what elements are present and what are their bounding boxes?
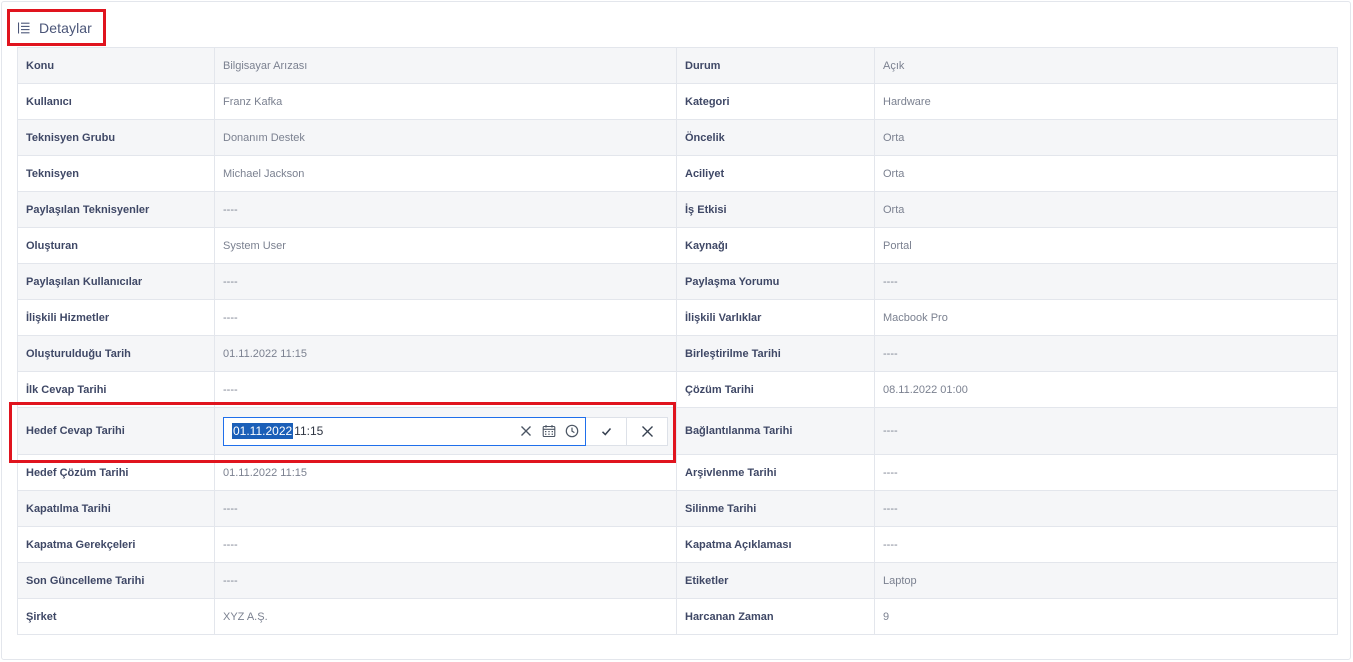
table-row: Kullanıcı Franz Kafka Kategori Hardware [17,83,1338,120]
check-icon [601,427,611,436]
field-label: Teknisyen Grubu [17,119,215,156]
table-row: Hedef Çözüm Tarihi 01.11.2022 11:15 Arşi… [17,454,1338,491]
field-label: Kapatma Gerekçeleri [17,526,215,563]
field-value[interactable]: 9 [874,598,1338,635]
list-icon [18,22,30,33]
table-row: Kapatma Gerekçeleri ---- Kapatma Açıklam… [17,526,1338,563]
clear-icon[interactable] [519,424,533,438]
table-row: Oluşturulduğu Tarih 01.11.2022 11:15 Bir… [17,335,1338,372]
field-value[interactable]: Bilgisayar Arızası [214,47,677,84]
field-label: İlişkili Hizmetler [17,299,215,336]
field-value[interactable]: Portal [874,227,1338,264]
field-label: Durum [676,47,875,84]
table-row: Teknisyen Grubu Donanım Destek Öncelik O… [17,119,1338,156]
field-value[interactable]: 01.11.2022 11:15 [214,454,677,491]
field-label: Bağlantılanma Tarihi [676,407,875,455]
field-value[interactable]: ---- [874,454,1338,491]
field-value[interactable]: Açık [874,47,1338,84]
field-label: Öncelik [676,119,875,156]
date-editor: 01.11.2022 11:15 [223,416,668,446]
field-value[interactable]: ---- [214,526,677,563]
date-time-input[interactable]: 01.11.2022 11:15 [223,416,587,446]
field-label: Teknisyen [17,155,215,192]
field-value[interactable]: System User [214,227,677,264]
field-label: Paylaşılan Kullanıcılar [17,263,215,300]
table-row: Paylaşılan Kullanıcılar ---- Paylaşma Yo… [17,263,1338,300]
field-label: Hedef Çözüm Tarihi [17,454,215,491]
table-row: İlk Cevap Tarihi ---- Çözüm Tarihi 08.11… [17,371,1338,408]
date-editor-cell: 01.11.2022 11:15 [214,407,677,455]
field-label: İş Etkisi [676,191,875,228]
calendar-icon[interactable] [542,424,556,438]
table-row-editing: Hedef Cevap Tarihi 01.11.2022 11:15 Bağl… [17,407,1338,455]
field-label: Kullanıcı [17,83,215,120]
details-title: Detaylar [39,19,92,36]
field-value[interactable]: ---- [214,299,677,336]
field-label: Paylaşma Yorumu [676,263,875,300]
field-label: Birleştirilme Tarihi [676,335,875,372]
table-row: Konu Bilgisayar Arızası Durum Açık [17,47,1338,84]
field-value[interactable]: Macbook Pro [874,299,1338,336]
field-value[interactable]: ---- [874,335,1338,372]
field-label: İlişkili Varlıklar [676,299,875,336]
field-label: Harcanan Zaman [676,598,875,635]
close-icon [641,425,653,437]
clock-icon[interactable] [565,424,579,438]
field-label: Şirket [17,598,215,635]
field-label: Arşivlenme Tarihi [676,454,875,491]
field-value[interactable]: 08.11.2022 01:00 [874,371,1338,408]
field-label: Kapatılma Tarihi [17,490,215,527]
field-label: Oluşturan [17,227,215,264]
field-value[interactable]: Michael Jackson [214,155,677,192]
table-row: Teknisyen Michael Jackson Aciliyet Orta [17,155,1338,192]
field-value[interactable]: Orta [874,191,1338,228]
selected-date-text[interactable]: 01.11.2022 [232,423,294,439]
details-table: Konu Bilgisayar Arızası Durum Açık Kulla… [17,47,1338,635]
field-label: Aciliyet [676,155,875,192]
field-value[interactable]: Donanım Destek [214,119,677,156]
field-value[interactable]: ---- [874,490,1338,527]
table-row: Paylaşılan Teknisyenler ---- İş Etkisi O… [17,191,1338,228]
table-row: İlişkili Hizmetler ---- İlişkili Varlıkl… [17,299,1338,336]
details-header[interactable]: Detaylar [7,9,106,46]
field-label: Silinme Tarihi [676,490,875,527]
table-row: Oluşturan System User Kaynağı Portal [17,227,1338,264]
field-label: Paylaşılan Teknisyenler [17,191,215,228]
confirm-button[interactable] [586,416,628,446]
field-value[interactable]: Franz Kafka [214,83,677,120]
field-label: Kaynağı [676,227,875,264]
field-value[interactable]: ---- [874,407,1338,455]
table-row: Şirket XYZ A.Ş. Harcanan Zaman 9 [17,598,1338,635]
field-value[interactable]: Orta [874,155,1338,192]
field-value[interactable]: ---- [874,526,1338,563]
table-row: Kapatılma Tarihi ---- Silinme Tarihi ---… [17,490,1338,527]
field-value[interactable]: Orta [874,119,1338,156]
table-row: Son Güncelleme Tarihi ---- Etiketler Lap… [17,562,1338,599]
field-label: Çözüm Tarihi [676,371,875,408]
field-value[interactable]: ---- [214,490,677,527]
field-label: Oluşturulduğu Tarih [17,335,215,372]
field-label: Konu [17,47,215,84]
field-value[interactable]: 01.11.2022 11:15 [214,335,677,372]
field-label: Etiketler [676,562,875,599]
field-value[interactable]: ---- [214,371,677,408]
time-text[interactable]: 11:15 [294,424,323,438]
cancel-button[interactable] [627,416,668,446]
field-value[interactable]: ---- [874,263,1338,300]
field-label: Son Güncelleme Tarihi [17,562,215,599]
field-value[interactable]: ---- [214,191,677,228]
field-label: Kapatma Açıklaması [676,526,875,563]
field-value[interactable]: Hardware [874,83,1338,120]
field-value[interactable]: XYZ A.Ş. [214,598,677,635]
field-label: Hedef Cevap Tarihi [17,407,215,455]
field-value[interactable]: ---- [214,263,677,300]
field-value[interactable]: ---- [214,562,677,599]
field-value[interactable]: Laptop [874,562,1338,599]
field-label: Kategori [676,83,875,120]
field-label: İlk Cevap Tarihi [17,371,215,408]
